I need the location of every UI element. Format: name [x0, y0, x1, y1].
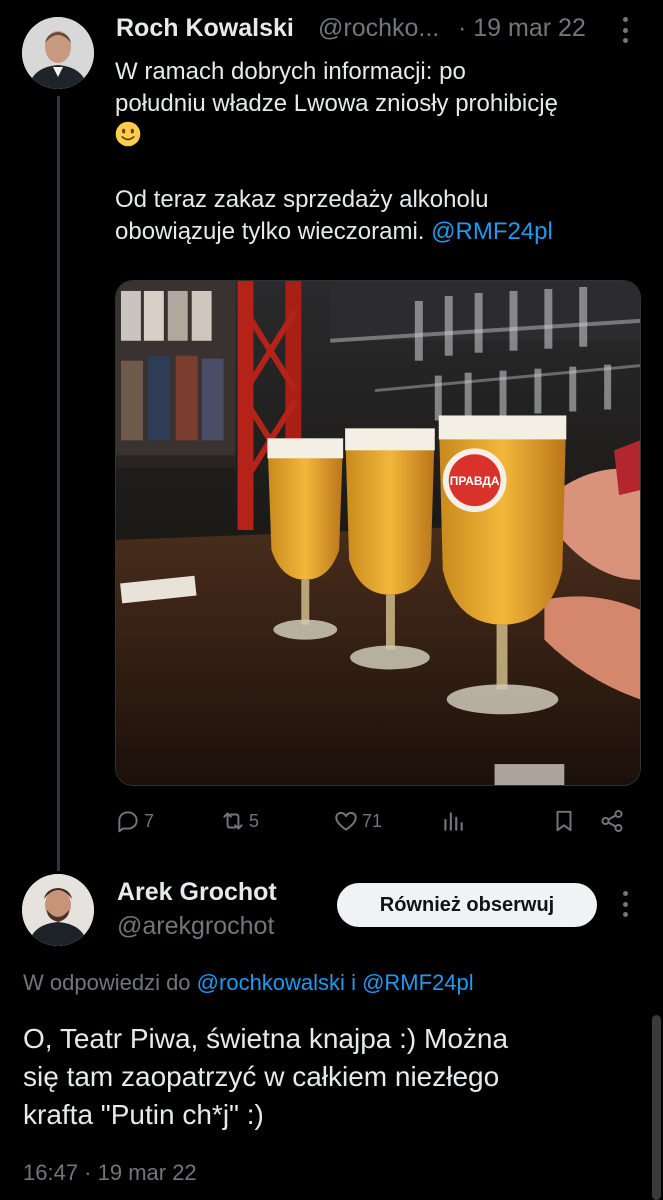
glass-logo-text: ПРАВДА — [450, 474, 500, 488]
reply-text-line: O, Teatr Piwa, świetna knajpa :) Można — [23, 1023, 509, 1054]
tweet-text-line: Od teraz zakaz sprzedaży alkoholu — [115, 186, 489, 213]
author-handle[interactable]: @rochko... — [318, 14, 439, 43]
reply-author-name[interactable]: Arek Grochot — [117, 878, 277, 907]
beer-glasses-photo: ПРАВДА — [116, 281, 640, 785]
reply-context-joiner: i — [351, 970, 356, 995]
avatar-photo-arek — [22, 874, 94, 946]
like-button[interactable]: 71 — [333, 806, 382, 836]
reply-context: W odpowiedzi do @rochkowalski i @RMF24pl — [23, 970, 474, 996]
reply-button[interactable]: 7 — [115, 806, 154, 836]
reply-timestamp[interactable]: 16:47 · 19 mar 22 — [23, 1160, 197, 1186]
retweet-icon — [223, 812, 243, 830]
bar-chart-icon — [444, 812, 463, 831]
more-options-icon[interactable] — [620, 891, 630, 917]
tweet-date[interactable]: · 19 mar 22 — [458, 14, 586, 43]
tweet-text-line: W ramach dobrych informacji: po — [115, 58, 466, 85]
views-button[interactable] — [440, 806, 466, 836]
tweet-text-line — [115, 120, 645, 152]
share-icon — [601, 809, 623, 833]
more-options-icon[interactable] — [620, 17, 630, 43]
follow-back-button[interactable]: Również obserwuj — [337, 883, 597, 927]
retweet-count: 5 — [249, 810, 260, 831]
avatar[interactable] — [22, 874, 94, 946]
mention-link[interactable]: @RMF24pl — [362, 970, 474, 995]
reply-author-handle[interactable]: @arekgrochot — [117, 912, 274, 941]
heart-icon — [335, 811, 357, 831]
slightly-smiling-face-icon — [115, 121, 141, 147]
tweet-text-line: obowiązuje tylko wieczorami. @RMF24pl — [115, 216, 645, 248]
bookmark-button[interactable] — [551, 806, 577, 836]
reply-text: O, Teatr Piwa, świetna knajpa :) Można s… — [23, 1020, 633, 1134]
mention-link[interactable]: @RMF24pl — [431, 218, 553, 245]
tweet-text-fragment: obowiązuje tylko wieczorami. — [115, 218, 425, 245]
reply-count: 7 — [144, 810, 155, 831]
reply-text-line: krafta "Putin ch*j" :) — [23, 1099, 264, 1130]
tweet-text-line: południu władze Lwowa zniosły prohibicję — [115, 90, 558, 117]
scrollbar[interactable] — [652, 1015, 661, 1200]
thread-connector-line — [57, 96, 60, 871]
bookmark-icon — [556, 810, 572, 832]
tweet-text: W ramach dobrych informacji: po południu… — [115, 56, 645, 248]
tweet-photo[interactable]: ПРАВДА — [115, 280, 641, 786]
author-name[interactable]: Roch Kowalski — [116, 14, 294, 43]
like-count: 71 — [362, 810, 383, 831]
avatar[interactable] — [22, 17, 94, 89]
mention-link[interactable]: @rochkowalski — [197, 970, 345, 995]
retweet-button[interactable]: 5 — [220, 806, 259, 836]
share-button[interactable] — [599, 806, 625, 836]
reply-context-prefix: W odpowiedzi do — [23, 970, 191, 995]
avatar-photo-roch — [22, 17, 94, 89]
tweet-actions-bar: 7 5 71 — [115, 806, 635, 836]
reply-text-line: się tam zaopatrzyć w całkiem niezłego — [23, 1061, 500, 1092]
reply-icon — [118, 811, 138, 833]
